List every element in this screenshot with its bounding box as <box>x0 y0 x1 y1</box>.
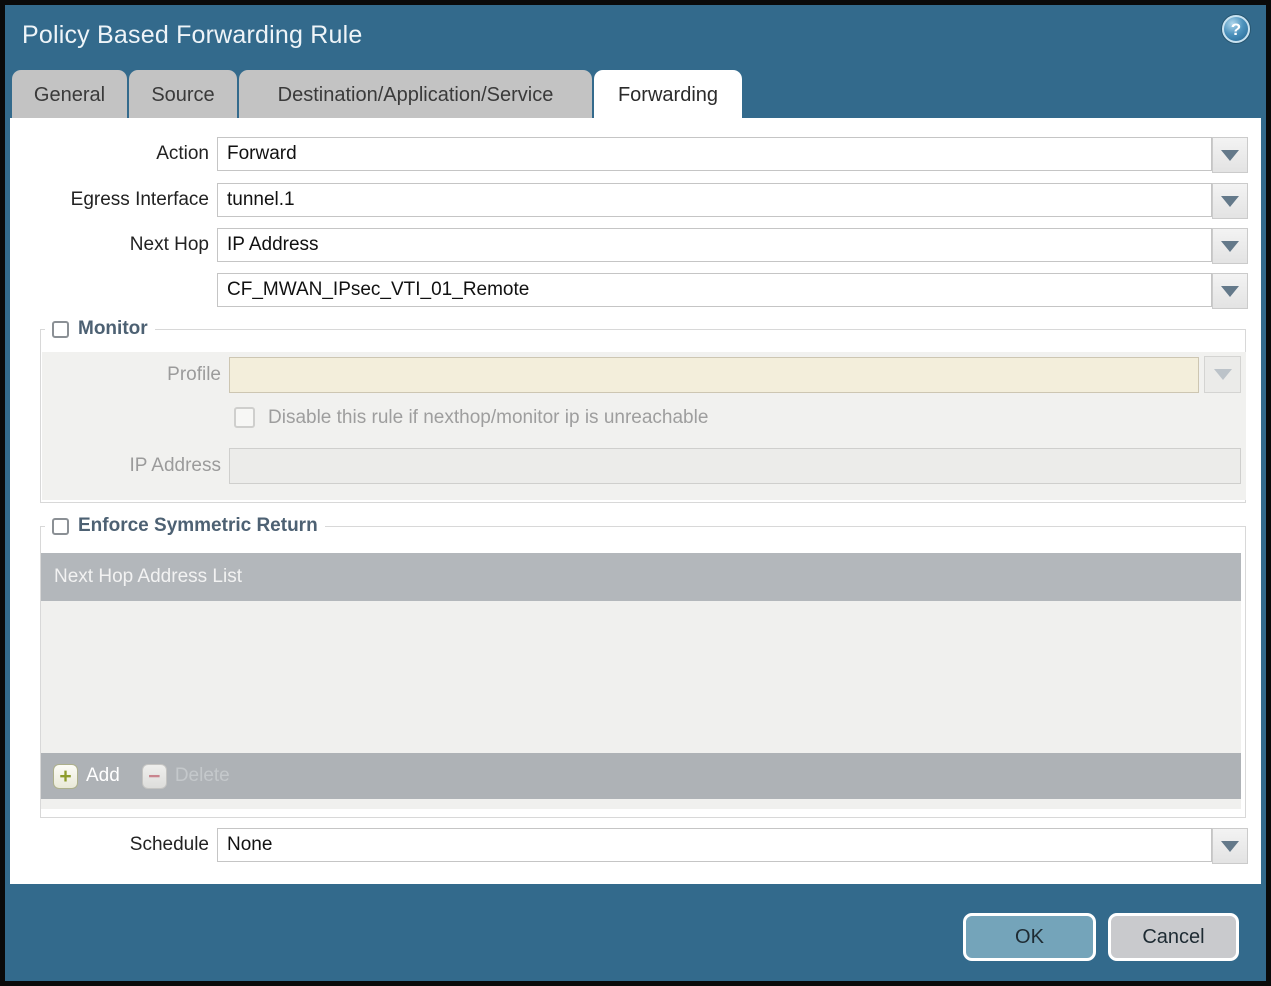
cancel-button[interactable]: Cancel <box>1108 913 1239 961</box>
chevron-down-icon <box>1221 195 1239 207</box>
monitor-legend: Monitor <box>45 318 155 340</box>
help-icon[interactable]: ? <box>1222 15 1250 43</box>
schedule-dropdown-button[interactable] <box>1212 828 1248 864</box>
chevron-down-icon <box>1213 369 1232 380</box>
tab-forwarding[interactable]: Forwarding <box>594 70 742 118</box>
profile-dropdown-button <box>1204 356 1241 393</box>
enforce-symmetric-return-legend: Enforce Symmetric Return <box>45 515 325 537</box>
egress-interface-dropdown-button[interactable] <box>1212 183 1248 219</box>
table-scroll-strip <box>41 799 1241 809</box>
schedule-select[interactable]: None <box>217 828 1212 862</box>
delete-button: − Delete <box>141 763 230 789</box>
disable-rule-checkbox <box>234 407 255 428</box>
page-title: Policy Based Forwarding Rule <box>22 21 363 49</box>
minus-icon: − <box>141 763 167 789</box>
egress-interface-select[interactable]: tunnel.1 <box>217 183 1212 217</box>
egress-interface-label: Egress Interface <box>70 189 209 210</box>
disable-rule-label: Disable this rule if nexthop/monitor ip … <box>268 407 709 428</box>
forwarding-tab-panel: Action Forward Egress Interface tunnel.1… <box>10 118 1261 884</box>
action-select[interactable]: Forward <box>217 137 1212 171</box>
column-header-next-hop-address-list: Next Hop Address List <box>41 553 1241 601</box>
ok-button[interactable]: OK <box>963 913 1096 961</box>
next-hop-type-select[interactable]: IP Address <box>217 228 1212 262</box>
tab-destination-application-service[interactable]: Destination/Application/Service <box>239 70 592 118</box>
tab-bar: General Source Destination/Application/S… <box>12 70 742 118</box>
chevron-down-icon <box>1221 240 1239 252</box>
next-hop-address-table-toolbar: + Add − Delete <box>41 753 1241 799</box>
enforce-symmetric-return-title: Enforce Symmetric Return <box>78 515 318 536</box>
next-hop-address-select[interactable]: CF_MWAN_IPsec_VTI_01_Remote <box>217 273 1212 307</box>
enforce-symmetric-return-group: Enforce Symmetric Return Next Hop Addres… <box>40 515 1246 818</box>
plus-icon: + <box>53 763 78 789</box>
monitor-group: Monitor Profile Disable this rule if nex… <box>40 318 1246 503</box>
question-glyph: ? <box>1230 19 1242 39</box>
action-label: Action <box>156 143 209 164</box>
chevron-down-icon <box>1221 285 1239 297</box>
add-button[interactable]: + Add <box>53 763 120 789</box>
monitor-ip-address-field <box>229 448 1241 484</box>
next-hop-address-dropdown-button[interactable] <box>1212 273 1248 309</box>
pbf-rule-dialog: Policy Based Forwarding Rule ? General S… <box>5 5 1266 981</box>
chevron-down-icon <box>1221 840 1239 852</box>
delete-button-label: Delete <box>174 765 230 786</box>
screenshot-frame: Policy Based Forwarding Rule ? General S… <box>0 0 1271 986</box>
profile-field <box>229 357 1199 393</box>
next-hop-label: Next Hop <box>129 234 209 255</box>
next-hop-type-dropdown-button[interactable] <box>1212 228 1248 264</box>
enforce-symmetric-return-checkbox[interactable] <box>52 517 69 535</box>
monitor-ip-address-label: IP Address <box>129 455 221 476</box>
monitor-title: Monitor <box>78 318 148 339</box>
next-hop-address-table-body <box>41 601 1241 753</box>
tab-general[interactable]: General <box>12 70 127 118</box>
add-button-label: Add <box>86 765 120 786</box>
monitor-checkbox[interactable] <box>52 320 69 338</box>
action-dropdown-button[interactable] <box>1212 137 1248 173</box>
tab-source[interactable]: Source <box>129 70 237 118</box>
schedule-label: Schedule <box>129 834 209 855</box>
chevron-down-icon <box>1221 149 1239 161</box>
profile-label: Profile <box>167 364 221 385</box>
